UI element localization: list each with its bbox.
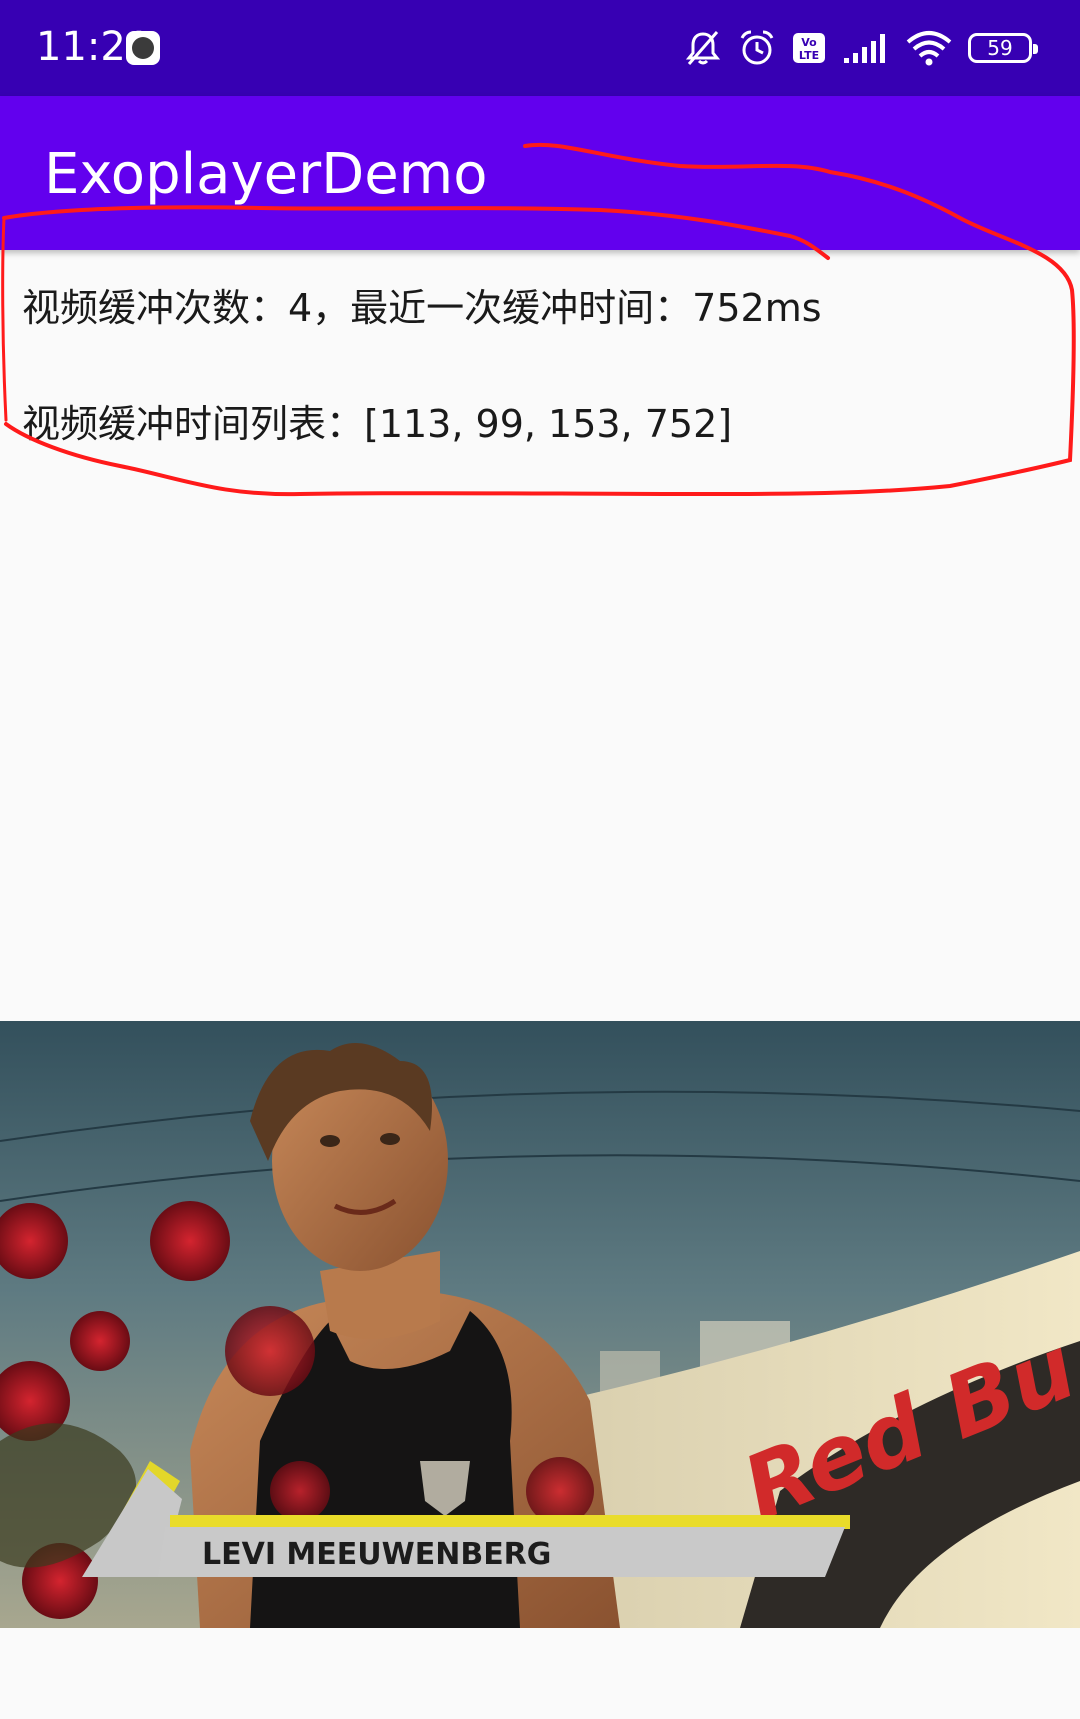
alarm-icon <box>740 30 774 65</box>
status-icons: Vo LTE 59 <box>684 28 1038 68</box>
svg-text:LTE: LTE <box>799 49 819 62</box>
lower-third-name: LEVI MEEUWENBERG <box>202 1537 551 1572</box>
video-player[interactable]: Red Bu LEVI MEEUWENBERG <box>0 1021 1080 1628</box>
clock-app-icon <box>126 31 160 65</box>
status-bar: 11:21 Vo LTE 59 <box>0 0 1080 96</box>
video-frame: Red Bu LEVI MEEUWENBERG <box>0 1021 1080 1628</box>
signal-icon <box>844 34 885 63</box>
buffer-list-text: 视频缓冲时间列表：[113, 99, 153, 752] <box>22 402 733 446</box>
app-bar: ExoplayerDemo <box>0 96 1080 250</box>
app-title: ExoplayerDemo <box>44 142 488 207</box>
buffer-summary-text: 视频缓冲次数：4，最近一次缓冲时间：752ms <box>22 286 822 330</box>
battery-icon: 59 <box>968 33 1038 63</box>
mute-bell-icon <box>685 31 721 65</box>
volte-icon: Vo LTE <box>793 33 825 63</box>
wifi-icon <box>906 31 952 66</box>
svg-text:Vo: Vo <box>801 36 817 49</box>
battery-level: 59 <box>987 36 1013 60</box>
